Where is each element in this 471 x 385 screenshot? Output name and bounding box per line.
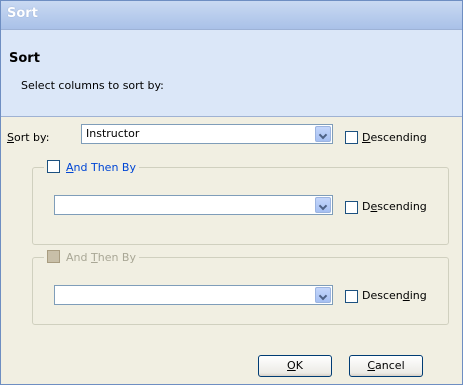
- chevron-down-icon[interactable]: [315, 126, 331, 142]
- then-by-1-descending-checkbox[interactable]: [345, 201, 358, 214]
- title-bar[interactable]: Sort: [1, 1, 462, 30]
- then-by-group-2-header: And Then By: [44, 250, 139, 264]
- sort-dialog: Sort Sort Select columns to sort by: Sor…: [0, 0, 463, 385]
- ok-button[interactable]: OK: [258, 355, 332, 377]
- then-by-1-header-label: And Then By: [66, 161, 136, 174]
- window-title: Sort: [7, 6, 38, 21]
- then-by-1-combo[interactable]: [54, 195, 333, 215]
- then-by-1-enable-checkbox[interactable]: [47, 160, 60, 173]
- sort-by-descending-label: Descending: [362, 131, 427, 144]
- sort-by-combo[interactable]: Instructor: [81, 124, 333, 144]
- then-by-2-enable-checkbox[interactable]: [47, 250, 60, 263]
- dialog-header: Sort Select columns to sort by:: [1, 30, 462, 117]
- sort-by-label: Sort by:: [7, 131, 50, 144]
- then-by-1-descending-label: Descending: [362, 200, 427, 213]
- then-by-2-combo[interactable]: [54, 285, 333, 305]
- then-by-2-header-label: And Then By: [66, 251, 136, 264]
- chevron-down-icon[interactable]: [315, 197, 331, 213]
- sort-by-descending-checkbox[interactable]: [345, 131, 358, 144]
- chevron-down-icon[interactable]: [315, 287, 331, 303]
- then-by-group-1-header: And Then By: [44, 160, 139, 174]
- header-title: Sort: [9, 51, 40, 66]
- cancel-button[interactable]: Cancel: [349, 355, 423, 377]
- sort-by-value: Instructor: [86, 127, 140, 140]
- header-subtitle: Select columns to sort by:: [21, 79, 164, 92]
- then-by-2-descending-checkbox[interactable]: [345, 290, 358, 303]
- then-by-2-descending-label: Descending: [362, 289, 427, 302]
